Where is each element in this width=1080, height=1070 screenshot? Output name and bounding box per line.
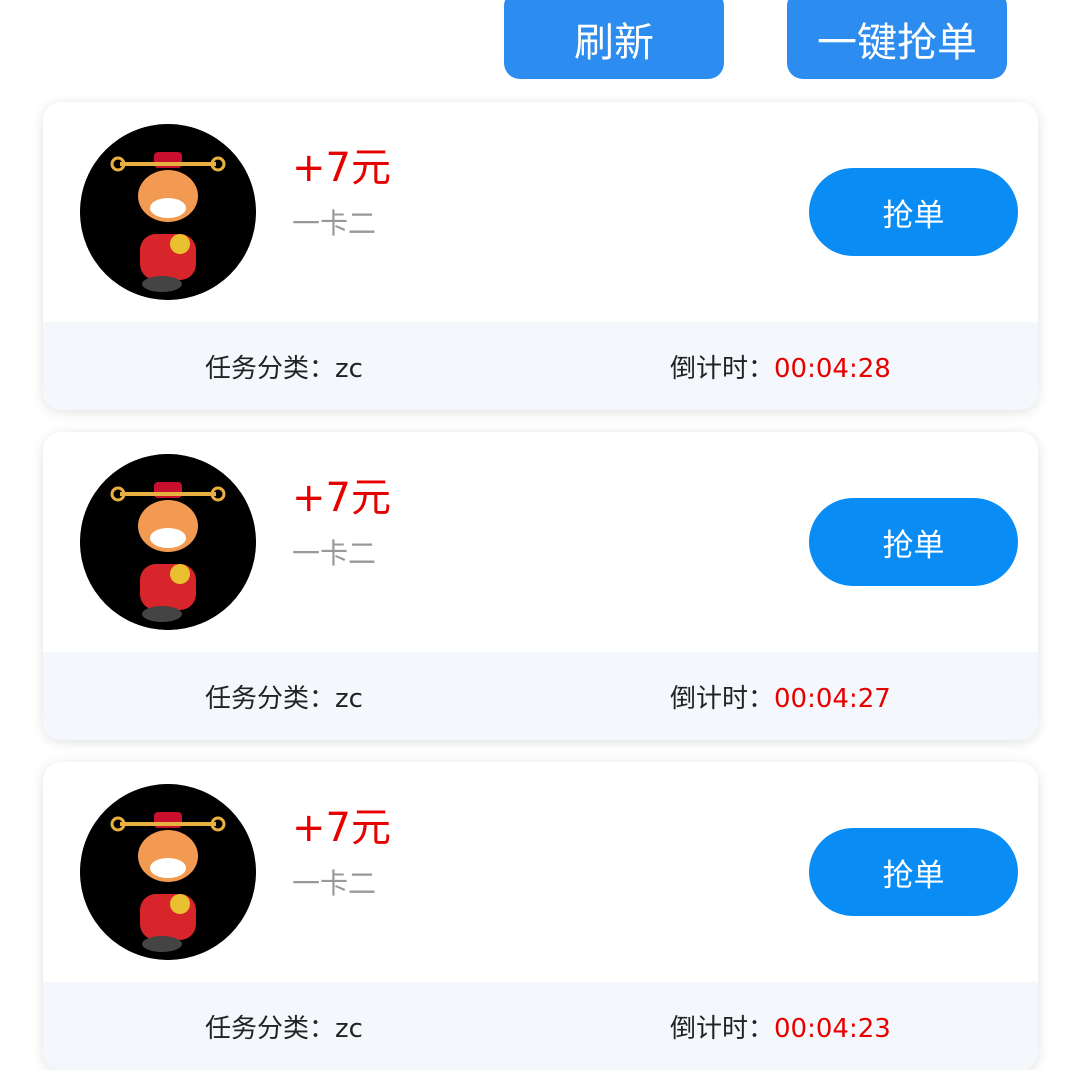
task-category: 任务分类：zc bbox=[205, 678, 363, 715]
countdown-label: 倒计时： bbox=[670, 1014, 775, 1044]
order-card-main: +7元 一卡二 抢单 bbox=[43, 762, 1038, 982]
grab-order-button[interactable]: 抢单 bbox=[809, 828, 1018, 916]
order-card-main: +7元 一卡二 抢单 bbox=[43, 432, 1038, 652]
countdown-value: 00:04:23 bbox=[774, 1014, 891, 1044]
grab-order-button[interactable]: 抢单 bbox=[809, 168, 1018, 256]
countdown: 倒计时：00:04:23 bbox=[670, 1008, 891, 1045]
order-card-footer: 任务分类：zc 倒计时：00:04:23 bbox=[43, 982, 1038, 1070]
task-category-value: zc bbox=[335, 1014, 363, 1044]
ox-avatar-icon bbox=[80, 454, 256, 630]
countdown-value: 00:04:27 bbox=[774, 684, 891, 714]
task-category: 任务分类：zc bbox=[205, 348, 363, 385]
countdown-label: 倒计时： bbox=[670, 684, 775, 714]
countdown-label: 倒计时： bbox=[670, 354, 775, 384]
countdown: 倒计时：00:04:27 bbox=[670, 678, 891, 715]
order-card: +7元 一卡二 抢单 任务分类：zc 倒计时：00:04:27 bbox=[43, 432, 1038, 740]
order-card: +7元 一卡二 抢单 任务分类：zc 倒计时：00:04:28 bbox=[43, 102, 1038, 410]
grab-order-button[interactable]: 抢单 bbox=[809, 498, 1018, 586]
order-card-main: +7元 一卡二 抢单 bbox=[43, 102, 1038, 322]
order-card-footer: 任务分类：zc 倒计时：00:04:27 bbox=[43, 652, 1038, 740]
order-card-footer: 任务分类：zc 倒计时：00:04:28 bbox=[43, 322, 1038, 410]
order-price: +7元 bbox=[292, 805, 391, 851]
order-price: +7元 bbox=[292, 145, 391, 191]
task-category-value: zc bbox=[335, 354, 363, 384]
ox-avatar-icon bbox=[80, 124, 256, 300]
task-category-label: 任务分类： bbox=[205, 1014, 336, 1044]
order-subtitle: 一卡二 bbox=[292, 867, 377, 900]
task-category-label: 任务分类： bbox=[205, 354, 336, 384]
task-category: 任务分类：zc bbox=[205, 1008, 363, 1045]
grab-all-button[interactable]: 一键抢单 bbox=[787, 0, 1007, 79]
order-subtitle: 一卡二 bbox=[292, 207, 377, 240]
ox-avatar-icon bbox=[80, 784, 256, 960]
order-price: +7元 bbox=[292, 475, 391, 521]
task-category-label: 任务分类： bbox=[205, 684, 336, 714]
refresh-button[interactable]: 刷新 bbox=[504, 0, 724, 79]
countdown: 倒计时：00:04:28 bbox=[670, 348, 891, 385]
task-category-value: zc bbox=[335, 684, 363, 714]
order-subtitle: 一卡二 bbox=[292, 537, 377, 570]
order-card: +7元 一卡二 抢单 任务分类：zc 倒计时：00:04:23 bbox=[43, 762, 1038, 1070]
countdown-value: 00:04:28 bbox=[774, 354, 891, 384]
